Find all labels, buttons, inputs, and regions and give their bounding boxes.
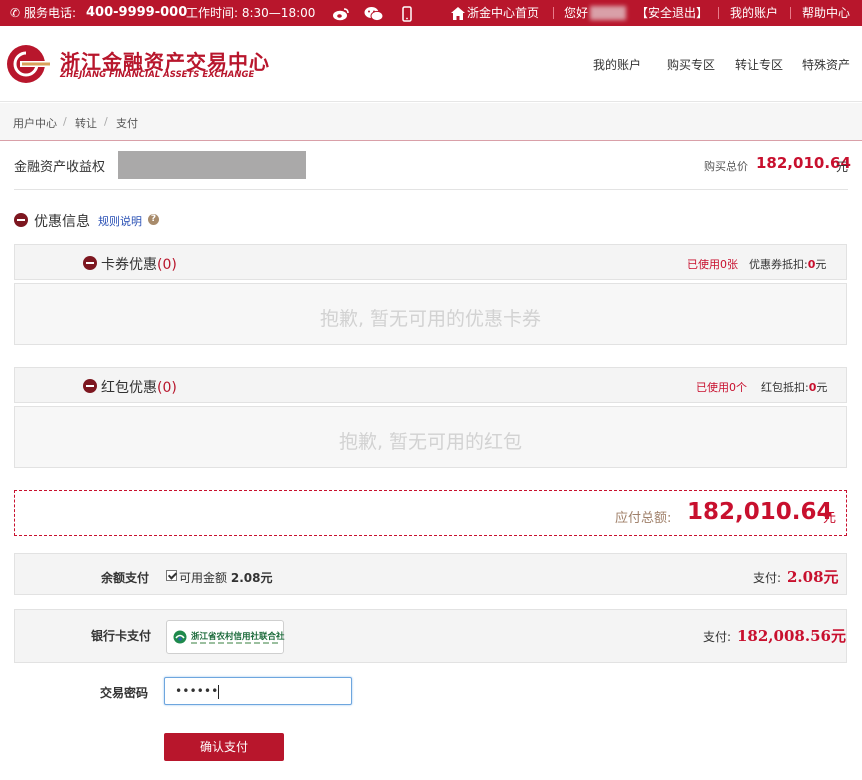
redpacket-section-header: 红包优惠(0) 已使用0个 红包抵扣:0元: [14, 367, 847, 403]
coupon-deduction: 优惠券抵扣:0元: [749, 258, 827, 271]
redpacket-collapse-icon[interactable]: [83, 379, 97, 393]
nav-transfer-zone[interactable]: 转让专区: [735, 56, 783, 73]
redpacket-empty-message: 抱歉, 暂无可用的红包: [338, 431, 523, 453]
greeting: 您好: [564, 6, 589, 20]
bank-payment-row: 银行卡支付 浙江省农村信用社联合社 支付: 182,008.56元: [14, 609, 847, 663]
text-caret: [218, 684, 220, 699]
discount-title: 优惠信息: [34, 214, 90, 230]
breadcrumb-pay: 支付: [116, 117, 138, 130]
nav-purchase-zone[interactable]: 购买专区: [667, 56, 715, 73]
bank-pay-label: 支付:: [703, 630, 732, 644]
bank-payment-label: 银行卡支付: [91, 629, 152, 643]
coupon-collapse-icon[interactable]: [83, 256, 97, 270]
bank-card-selector[interactable]: 浙江省农村信用社联合社: [166, 620, 285, 654]
weibo-icon[interactable]: [332, 0, 350, 26]
balance-pay-label: 支付:: [753, 571, 782, 585]
bank-name: 浙江省农村信用社联合社: [191, 632, 285, 642]
exchange-logo-icon[interactable]: [6, 44, 50, 84]
top-bar: ✆ 服务电话: 400-9999-000 工作时间: 8:30—18:00 浙金…: [0, 0, 862, 26]
redpacket-used-count: 已使用0个: [696, 381, 747, 394]
available-balance: 可用金额 2.08元: [179, 571, 273, 585]
help-link[interactable]: 帮助中心: [802, 0, 850, 26]
nav-my-account[interactable]: 我的账户: [593, 56, 641, 73]
breadcrumb-transfer[interactable]: 转让: [75, 115, 97, 131]
coupon-list-empty: 抱歉, 暂无可用的优惠卡券: [14, 283, 847, 345]
user-name-masked: [590, 6, 626, 20]
trade-password-label: 交易密码: [100, 686, 149, 700]
mobile-icon[interactable]: [402, 0, 412, 26]
phone-icon: ✆: [10, 6, 21, 20]
wechat-icon[interactable]: [364, 0, 384, 26]
redpacket-title: 红包优惠(0): [101, 380, 177, 396]
balance-pay-value: 2.08元: [787, 568, 839, 586]
purchase-total-label: 购买总价: [704, 160, 748, 173]
logo-english-name: ZHEJIANG FINANCIAL ASSETS EXCHANGE: [60, 70, 255, 80]
coupon-section-header: 卡券优惠(0) 已使用0张 优惠券抵扣:0元: [14, 244, 847, 280]
coupon-used-count: 已使用0张: [687, 258, 738, 271]
working-hours: 工作时间: 8:30—18:00: [186, 6, 316, 20]
redpacket-deduction: 红包抵扣:0元: [761, 381, 828, 394]
balance-payment-row: 余额支付 可用金额 2.08元 支付: 2.08元: [14, 553, 847, 595]
breadcrumb-user-center[interactable]: 用户中心: [13, 115, 57, 131]
payable-value: 182,010.64: [687, 499, 833, 525]
phone-number: 400-9999-000: [86, 5, 188, 20]
logout-link[interactable]: 【安全退出】: [636, 0, 708, 26]
divider: [14, 189, 848, 190]
balance-payment-label: 余额支付: [101, 571, 150, 585]
payable-unit: 元: [823, 511, 837, 526]
home-link[interactable]: 浙金中心首页: [467, 0, 539, 26]
collapse-icon[interactable]: [14, 213, 28, 227]
purchase-total-unit: 元: [836, 160, 849, 174]
nav-special-assets[interactable]: 特殊资产: [802, 56, 850, 73]
breadcrumb: 用户中心 / 转让 / 支付: [0, 103, 862, 141]
bank-pay-value: 182,008.56元: [737, 627, 846, 645]
coupon-title: 卡券优惠(0): [101, 257, 177, 273]
help-info-icon[interactable]: ?: [148, 214, 159, 225]
product-name-masked: [118, 151, 306, 179]
trade-password-input[interactable]: ••••••: [164, 677, 352, 705]
bank-logo-icon: [173, 630, 187, 644]
product-title: 金融资产收益权: [14, 160, 106, 175]
rules-link[interactable]: 规则说明: [98, 213, 142, 229]
bank-name-subtitle: [191, 642, 279, 644]
account-link[interactable]: 我的账户: [730, 0, 778, 26]
balance-checkbox[interactable]: [166, 570, 177, 581]
home-icon: [451, 0, 465, 26]
site-header: 浙江金融资产交易中心 ZHEJIANG FINANCIAL ASSETS EXC…: [0, 26, 862, 102]
redpacket-list-empty: 抱歉, 暂无可用的红包: [14, 406, 847, 468]
payable-label: 应付总额:: [615, 511, 672, 526]
payable-total-box: 应付总额: 182,010.64 元: [14, 490, 847, 536]
phone-label: 服务电话:: [24, 6, 77, 20]
coupon-empty-message: 抱歉, 暂无可用的优惠卡券: [319, 308, 542, 330]
confirm-payment-button[interactable]: 确认支付: [164, 733, 284, 761]
